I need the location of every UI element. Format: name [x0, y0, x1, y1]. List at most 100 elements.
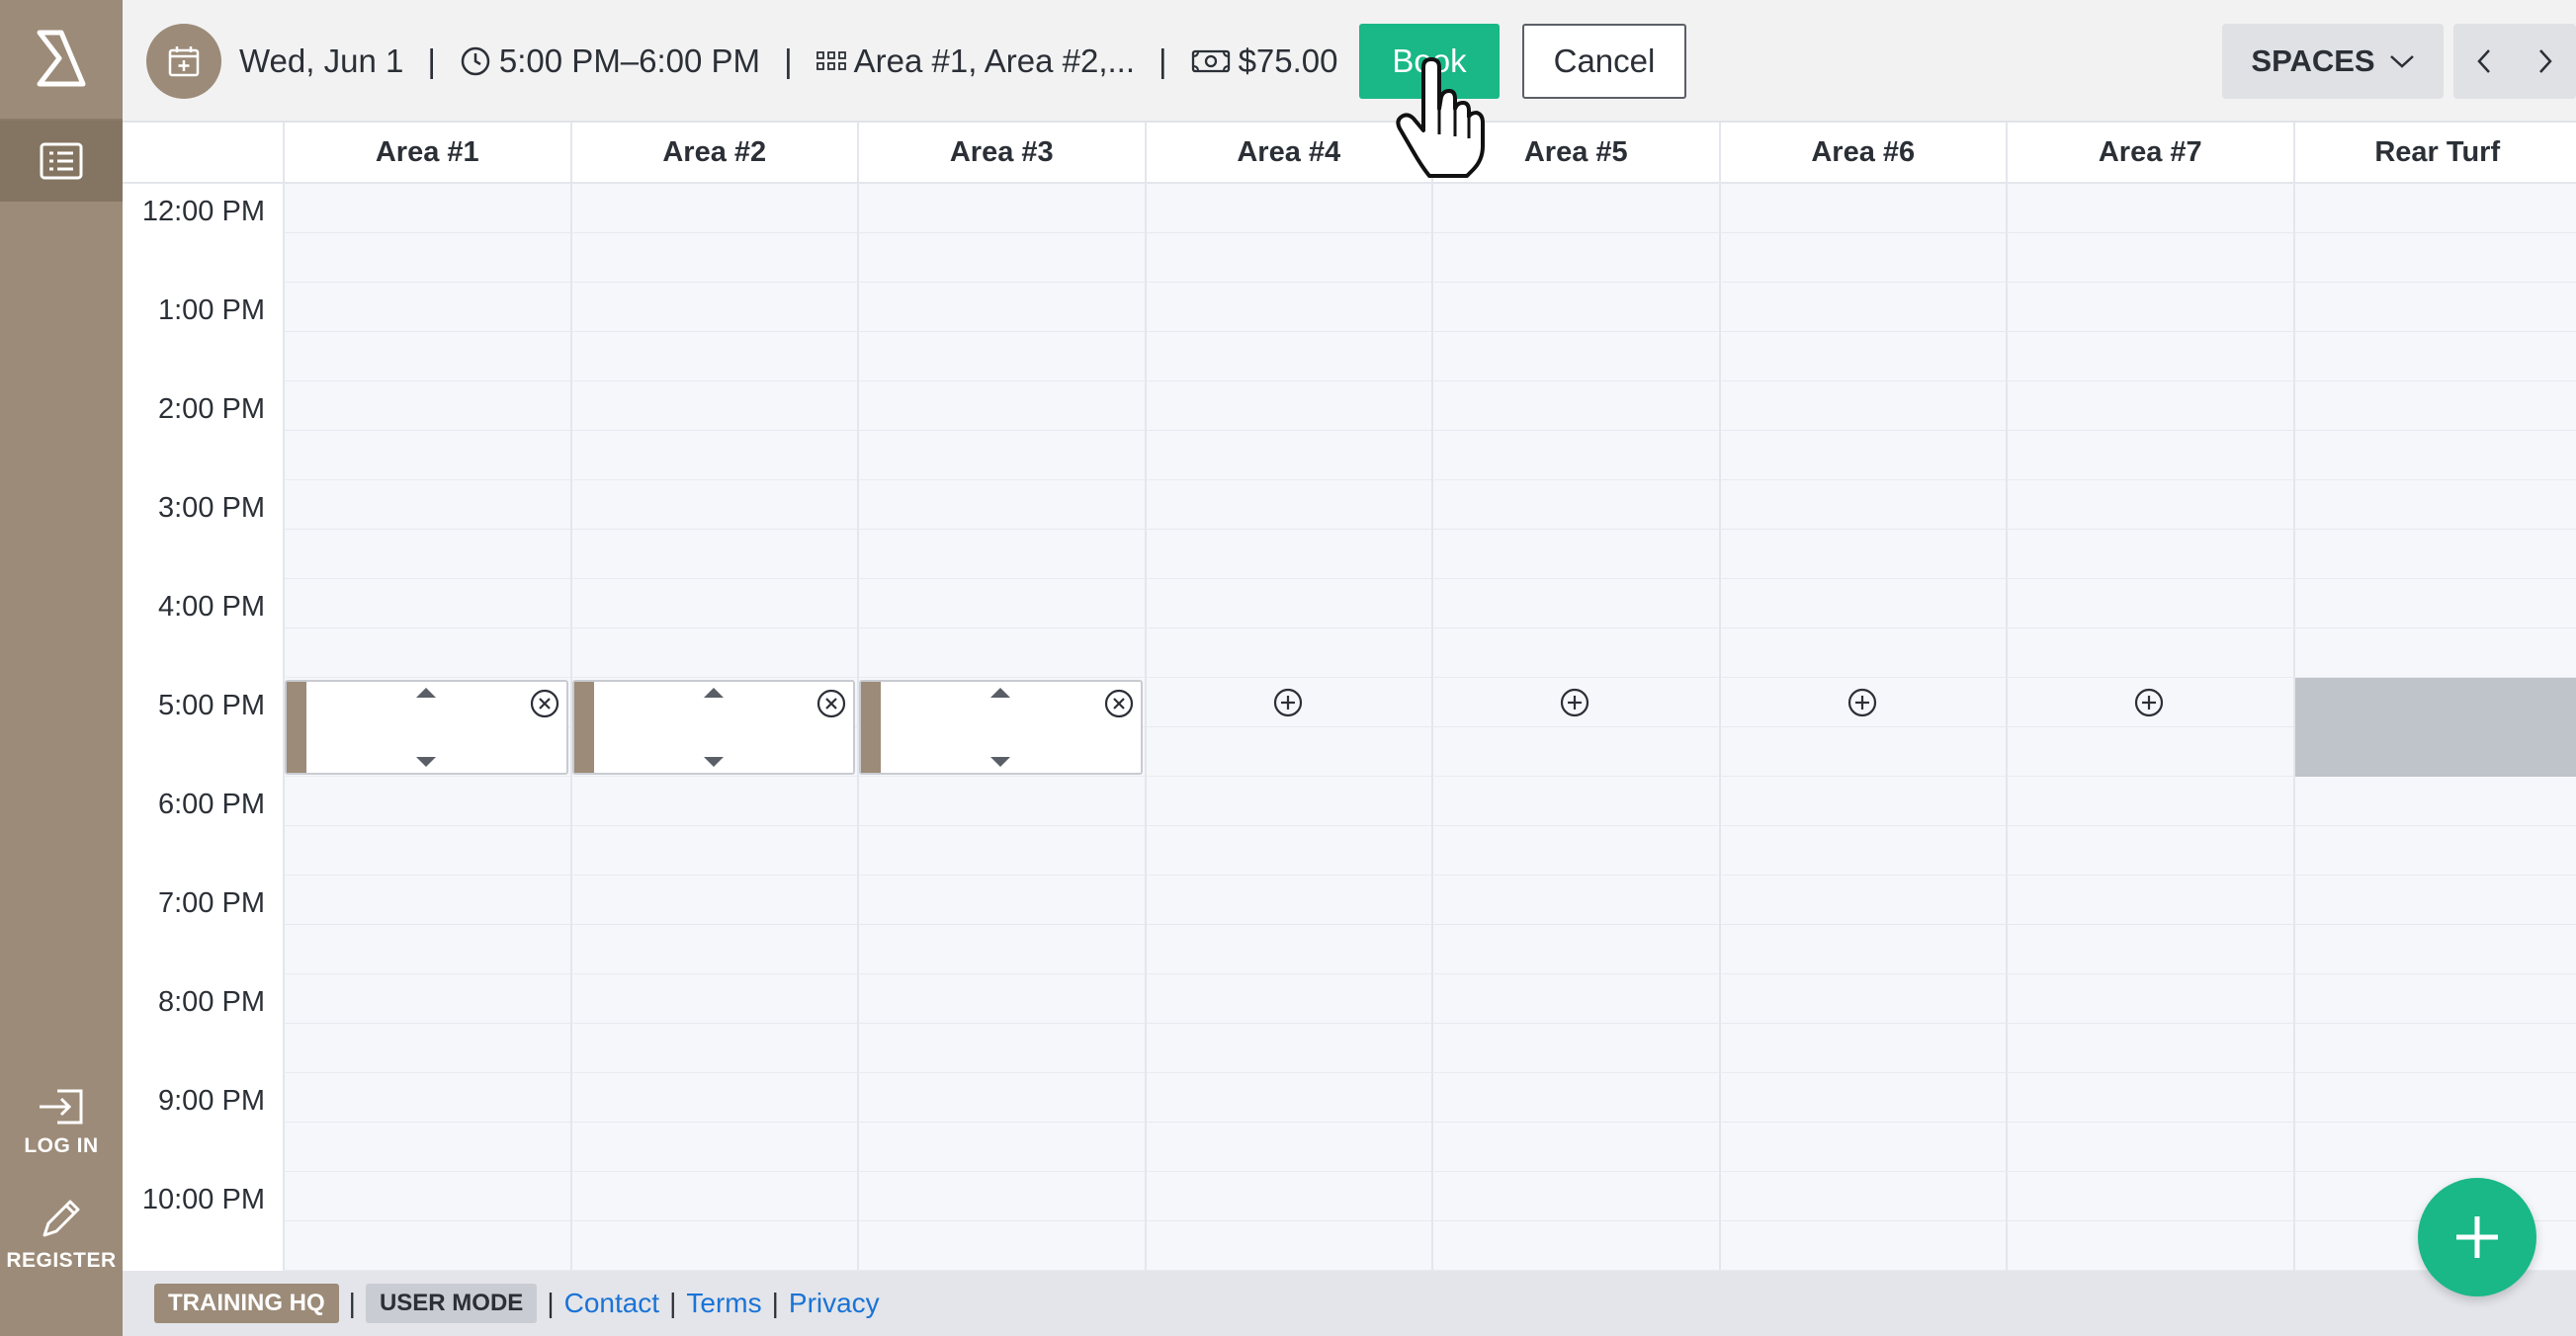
- time-slot[interactable]: [1718, 628, 2006, 678]
- time-slot[interactable]: [283, 1172, 570, 1221]
- time-slot[interactable]: [1144, 1221, 1431, 1271]
- time-slot[interactable]: [2292, 826, 2576, 876]
- time-slot[interactable]: [569, 876, 857, 925]
- time-slot[interactable]: [2006, 974, 2293, 1024]
- time-slot[interactable]: [857, 628, 1145, 678]
- time-slot[interactable]: [1431, 777, 1719, 826]
- time-slot[interactable]: [1718, 777, 2006, 826]
- time-slot[interactable]: [1144, 974, 1431, 1024]
- time-slot[interactable]: [857, 381, 1145, 431]
- time-slot[interactable]: [283, 530, 570, 579]
- time-slot[interactable]: [1718, 431, 2006, 480]
- time-slot[interactable]: [569, 381, 857, 431]
- calendar-button[interactable]: [146, 24, 221, 99]
- time-slot[interactable]: [857, 1221, 1145, 1271]
- time-slot[interactable]: [2006, 826, 2293, 876]
- time-slot[interactable]: [2292, 1123, 2576, 1172]
- selected-slot[interactable]: [571, 680, 855, 775]
- time-slot[interactable]: [1144, 431, 1431, 480]
- time-slot[interactable]: [1431, 579, 1719, 628]
- time-slot[interactable]: [569, 579, 857, 628]
- time-slot[interactable]: [1144, 777, 1431, 826]
- time-slot[interactable]: [2292, 777, 2576, 826]
- time-slot[interactable]: [857, 332, 1145, 381]
- time-slot[interactable]: [857, 1024, 1145, 1073]
- time-slot[interactable]: [2006, 1221, 2293, 1271]
- time-slot[interactable]: [2006, 1123, 2293, 1172]
- time-slot[interactable]: [2006, 1172, 2293, 1221]
- time-slot[interactable]: [569, 184, 857, 233]
- time-slot[interactable]: [857, 233, 1145, 283]
- time-slot[interactable]: [2006, 1073, 2293, 1123]
- time-slot[interactable]: [283, 283, 570, 332]
- time-slot[interactable]: [569, 332, 857, 381]
- time-slot[interactable]: [2006, 283, 2293, 332]
- time-slot[interactable]: [1144, 925, 1431, 974]
- time-slot[interactable]: [2292, 974, 2576, 1024]
- time-slot[interactable]: [1144, 480, 1431, 530]
- time-slot[interactable]: [1431, 381, 1719, 431]
- time-slot[interactable]: [283, 826, 570, 876]
- time-slot[interactable]: [1718, 1221, 2006, 1271]
- time-slot[interactable]: [1431, 826, 1719, 876]
- time-slot[interactable]: [2292, 381, 2576, 431]
- time-slot[interactable]: [2006, 431, 2293, 480]
- previous-button[interactable]: [2453, 24, 2515, 99]
- time-slot[interactable]: [569, 1024, 857, 1073]
- add-slot-icon[interactable]: [2133, 687, 2165, 718]
- next-button[interactable]: [2515, 24, 2576, 99]
- time-slot[interactable]: [1144, 826, 1431, 876]
- time-slot[interactable]: [2292, 579, 2576, 628]
- time-slot[interactable]: [1718, 332, 2006, 381]
- time-slot[interactable]: [1431, 1221, 1719, 1271]
- time-slot[interactable]: [2006, 628, 2293, 678]
- time-slot[interactable]: [1718, 1123, 2006, 1172]
- login-button[interactable]: LOG IN: [0, 1087, 123, 1158]
- time-slot[interactable]: [569, 974, 857, 1024]
- time-slot[interactable]: [1431, 628, 1719, 678]
- time-slot[interactable]: [2292, 628, 2576, 678]
- time-slot[interactable]: [1144, 727, 1431, 777]
- time-slot[interactable]: [1431, 1073, 1719, 1123]
- time-slot[interactable]: [857, 480, 1145, 530]
- time-slot[interactable]: [1431, 1172, 1719, 1221]
- add-slot-icon[interactable]: [1272, 687, 1304, 718]
- time-slot[interactable]: [857, 974, 1145, 1024]
- time-slot[interactable]: [2292, 530, 2576, 579]
- time-slot[interactable]: [1144, 332, 1431, 381]
- time-slot[interactable]: [1431, 876, 1719, 925]
- time-slot[interactable]: [2292, 332, 2576, 381]
- time-slot[interactable]: [2006, 925, 2293, 974]
- time-slot[interactable]: [283, 1123, 570, 1172]
- contact-link[interactable]: Contact: [564, 1288, 660, 1319]
- time-slot[interactable]: [1144, 1172, 1431, 1221]
- time-slot[interactable]: [283, 1221, 570, 1271]
- time-slot[interactable]: [2292, 233, 2576, 283]
- time-slot[interactable]: [283, 1024, 570, 1073]
- time-slot[interactable]: [2292, 283, 2576, 332]
- time-slot[interactable]: [2292, 925, 2576, 974]
- brand-logo[interactable]: [0, 0, 123, 121]
- time-slot[interactable]: [2006, 777, 2293, 826]
- time-slot[interactable]: [857, 579, 1145, 628]
- time-slot[interactable]: [1144, 628, 1431, 678]
- time-slot[interactable]: [1718, 974, 2006, 1024]
- time-slot[interactable]: [569, 1172, 857, 1221]
- time-slot[interactable]: [1718, 530, 2006, 579]
- time-slot[interactable]: [2292, 431, 2576, 480]
- resize-down-handle[interactable]: [703, 757, 724, 767]
- time-slot[interactable]: [1431, 530, 1719, 579]
- time-slot[interactable]: [857, 826, 1145, 876]
- time-slot[interactable]: [857, 1073, 1145, 1123]
- time-slot[interactable]: [283, 876, 570, 925]
- time-slot[interactable]: [1144, 184, 1431, 233]
- time-slot[interactable]: [283, 579, 570, 628]
- time-slot[interactable]: [2292, 876, 2576, 925]
- time-slot[interactable]: [1718, 925, 2006, 974]
- time-slot[interactable]: [857, 530, 1145, 579]
- time-slot[interactable]: [1718, 1024, 2006, 1073]
- time-slot[interactable]: [857, 431, 1145, 480]
- time-slot[interactable]: [569, 925, 857, 974]
- time-slot[interactable]: [1144, 876, 1431, 925]
- time-slot[interactable]: [569, 283, 857, 332]
